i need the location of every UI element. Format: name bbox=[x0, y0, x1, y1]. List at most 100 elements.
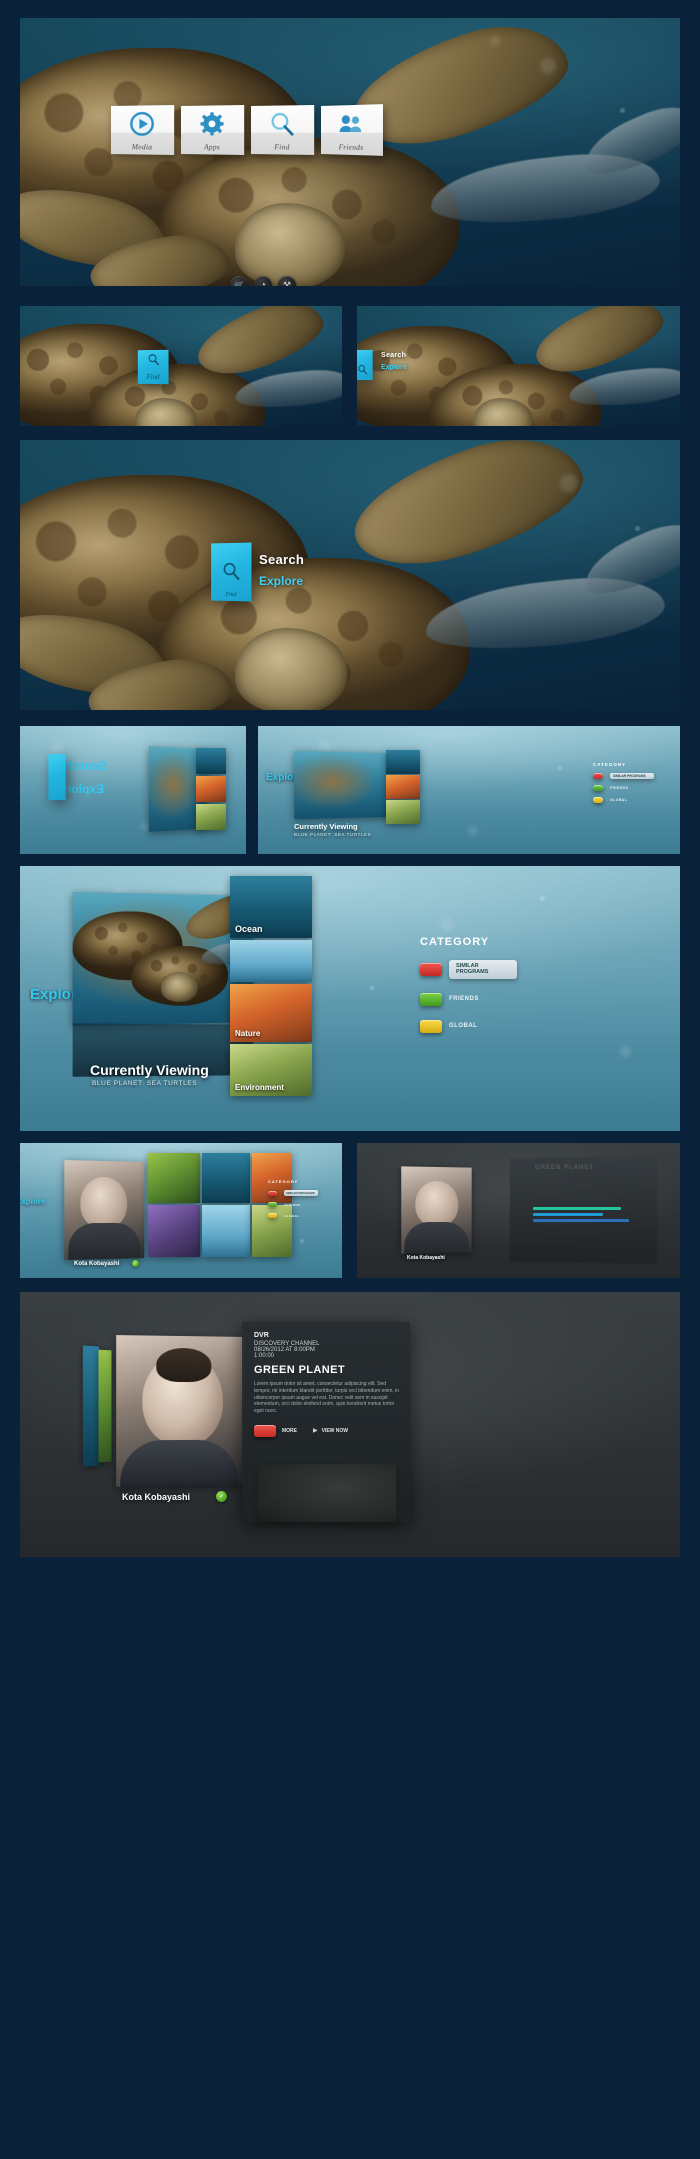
category-item-similar[interactable]: SIMILAR PROGRAMS bbox=[593, 773, 654, 779]
magnifier-icon bbox=[221, 561, 240, 586]
scene-search-small-right: Search Explore bbox=[357, 306, 680, 426]
scene-search-hero: Find Search Explore bbox=[20, 440, 680, 710]
category-item-global[interactable]: GLOBAL bbox=[420, 1019, 517, 1033]
person-name: Kota Kobayashi bbox=[74, 1261, 120, 1267]
category-item-friends[interactable]: FRIENDS bbox=[268, 1202, 318, 1207]
dvr-title: GREEN PLANET bbox=[254, 1364, 345, 1376]
find-tile[interactable] bbox=[48, 753, 66, 801]
tile-person[interactable] bbox=[401, 1166, 472, 1254]
tile-person[interactable] bbox=[64, 1160, 145, 1260]
category-item-global[interactable]: GLOBAL bbox=[593, 797, 654, 803]
category-pill: SIMILAR PROGRAMS bbox=[449, 960, 517, 979]
tile-hero[interactable] bbox=[72, 892, 254, 1026]
category-legend: CATEGORY SIMILAR PROGRAMS FRIENDS GLOBAL bbox=[420, 936, 517, 1033]
hub-card-media[interactable]: Media bbox=[111, 104, 175, 156]
hub-card-find[interactable]: Find bbox=[251, 104, 315, 156]
currently-viewing-title: Currently Viewing bbox=[294, 822, 358, 831]
category-title: CATEGORY bbox=[268, 1179, 299, 1184]
tile-nature[interactable] bbox=[386, 775, 420, 799]
tile-hero[interactable] bbox=[294, 750, 387, 820]
tile-label: Ocean bbox=[235, 924, 263, 934]
category-legend: CATEGORY SIMILAR PROGRAMS FRIENDS GLOBAL bbox=[593, 762, 654, 803]
swatch-red bbox=[593, 773, 603, 779]
hub-menu: Media Apps Find Friends bbox=[111, 104, 391, 156]
tile-sky[interactable] bbox=[230, 940, 312, 982]
hub-card-apps[interactable]: Apps bbox=[181, 104, 245, 156]
tile-strip-left-2[interactable] bbox=[98, 1349, 112, 1463]
tile-ocean[interactable] bbox=[386, 750, 420, 774]
tile-nature[interactable] bbox=[196, 776, 226, 802]
category-item-friends[interactable]: FRIENDS bbox=[420, 992, 517, 1006]
scene-explore-small-left: Search Explore bbox=[20, 726, 246, 854]
detail-panel-ghost bbox=[509, 1155, 658, 1265]
tile-label: Environment bbox=[235, 1083, 284, 1092]
scene-friends-left: Explore Kota Kobayashi ✓ CATEGORY SIMILA… bbox=[20, 1143, 342, 1278]
tile-ocean[interactable]: Ocean bbox=[230, 876, 312, 938]
view-now-button[interactable]: VIEW NOW bbox=[322, 1428, 348, 1434]
swatch-green bbox=[593, 785, 603, 791]
tile-thumb-dark[interactable] bbox=[257, 1463, 397, 1523]
store-button[interactable]: 🛒 bbox=[230, 276, 248, 286]
recent-button[interactable]: ◔ bbox=[254, 276, 272, 286]
tile-sky[interactable] bbox=[202, 1205, 250, 1257]
scene-explore-hero: Explore Ocean Nature Environment Current… bbox=[20, 866, 680, 1131]
find-tile-label: Find bbox=[146, 372, 160, 382]
scene-dvr-detail: Kota Kobayashi ✓ DVR DISCOVERY CHANNEL 0… bbox=[20, 1292, 680, 1557]
dvr-body: Lorem ipsum dolor sit amet, consectetur … bbox=[254, 1381, 400, 1414]
explore-label[interactable]: Explore bbox=[20, 1197, 45, 1206]
tile-leaf[interactable] bbox=[148, 1153, 200, 1203]
category-label: GLOBAL bbox=[610, 798, 628, 802]
dvr-duration: 1:00:00 bbox=[254, 1353, 275, 1359]
online-check-icon: ✓ bbox=[216, 1491, 227, 1502]
hub-card-label: Media bbox=[131, 142, 153, 152]
category-item-global[interactable]: GLOBAL bbox=[268, 1213, 318, 1218]
tile-ocean[interactable] bbox=[202, 1153, 250, 1203]
swatch-yellow bbox=[268, 1213, 277, 1218]
mirrored-explore-label: Explore bbox=[60, 782, 105, 796]
category-title: CATEGORY bbox=[593, 762, 627, 767]
tile-nature[interactable]: Nature bbox=[230, 984, 312, 1042]
category-pill: SIMILAR PROGRAMS bbox=[610, 773, 654, 779]
dvr-kicker: DVR bbox=[254, 1332, 269, 1339]
category-title: CATEGORY bbox=[420, 936, 490, 948]
category-item-similar[interactable]: SIMILAR PROGRAMS bbox=[268, 1190, 318, 1196]
tile-ocean[interactable] bbox=[196, 748, 226, 774]
swatch-yellow bbox=[593, 797, 603, 803]
gear-icon bbox=[199, 105, 225, 142]
tile-coral[interactable] bbox=[148, 1205, 200, 1257]
equalizer-bar bbox=[533, 1213, 603, 1216]
magnifier-icon bbox=[147, 353, 159, 371]
scene-explore-small-right: Explore Currently Viewing BLUE PLANET: S… bbox=[258, 726, 680, 854]
online-check-icon: ✓ bbox=[132, 1260, 139, 1267]
explore-action[interactable]: Explore bbox=[381, 364, 407, 371]
tile-environment[interactable] bbox=[386, 800, 420, 824]
explore-action[interactable]: Explore bbox=[259, 574, 303, 588]
tile-strip-left[interactable] bbox=[82, 1345, 100, 1467]
hub-card-friends[interactable]: Friends bbox=[321, 104, 383, 156]
category-item-friends[interactable]: FRIENDS bbox=[593, 785, 654, 791]
swatch-yellow bbox=[420, 1019, 442, 1033]
person-name: Kota Kobayashi bbox=[122, 1492, 191, 1502]
mirrored-search-label: Search bbox=[64, 758, 108, 773]
category-label: FRIENDS bbox=[284, 1202, 301, 1207]
more-button[interactable] bbox=[254, 1424, 276, 1437]
category-item-similar[interactable]: SIMILAR PROGRAMS bbox=[420, 960, 517, 979]
settings-button[interactable]: ⚒ bbox=[278, 276, 296, 286]
find-tile[interactable]: Find bbox=[137, 349, 169, 385]
tile-person[interactable] bbox=[116, 1335, 245, 1487]
swatch-red bbox=[268, 1190, 277, 1196]
swatch-green bbox=[268, 1202, 277, 1207]
category-pill: SIMILAR PROGRAMS bbox=[284, 1190, 318, 1196]
tools-icon: ⚒ bbox=[282, 279, 292, 287]
category-label: GLOBAL bbox=[284, 1213, 300, 1218]
shopping-cart-icon: 🛒 bbox=[234, 280, 244, 287]
find-tile[interactable]: Find bbox=[211, 542, 252, 602]
tile-environment[interactable]: Environment bbox=[230, 1044, 312, 1096]
people-icon bbox=[338, 105, 364, 143]
swatch-green bbox=[420, 992, 442, 1006]
person-name: Kota Kobayashi bbox=[407, 1255, 445, 1261]
swatch-red bbox=[420, 962, 442, 976]
tile-environment[interactable] bbox=[196, 804, 226, 830]
scene-search-small-left: Find bbox=[20, 306, 342, 426]
find-tile-label: Find bbox=[225, 591, 237, 599]
